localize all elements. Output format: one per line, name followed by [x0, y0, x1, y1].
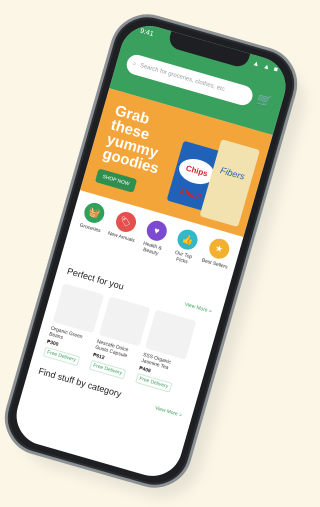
medal-icon: ★ — [206, 236, 232, 262]
search-icon: ⌕ — [132, 60, 138, 68]
search-placeholder: Search for groceries, clothes, etc. — [139, 62, 227, 94]
heart-icon: ♥ — [144, 218, 170, 244]
screen: 9:41 ▲ ▲ ■ ⌕ Search for groceries, cloth… — [9, 18, 293, 484]
stage: 9:41 ▲ ▲ ■ ⌕ Search for groceries, cloth… — [0, 0, 314, 507]
status-time: 9:41 — [139, 27, 155, 39]
product-image — [52, 283, 105, 334]
thumb-icon: 👍 — [175, 227, 201, 253]
tag-icon: 🏷 — [113, 209, 138, 235]
status-icons: ▲ ▲ ■ — [251, 59, 280, 75]
basket-icon: 🧺 — [82, 200, 107, 226]
cart-icon[interactable]: 🛒 — [255, 92, 273, 110]
category-label: New Arrivals — [107, 230, 136, 244]
category-label: Best Sellers — [200, 257, 229, 271]
category-label: Health & Beauty — [142, 240, 163, 257]
product-image — [98, 296, 151, 347]
shop-now-button[interactable]: SHOP NOW — [94, 168, 137, 193]
category-label: Our Top Picks — [174, 249, 193, 266]
banner-headline: Grab these yummy goodies — [100, 102, 161, 178]
category-label: Groceries — [78, 222, 102, 235]
fibers-label: Fibers — [219, 165, 246, 182]
product-image — [145, 309, 197, 360]
